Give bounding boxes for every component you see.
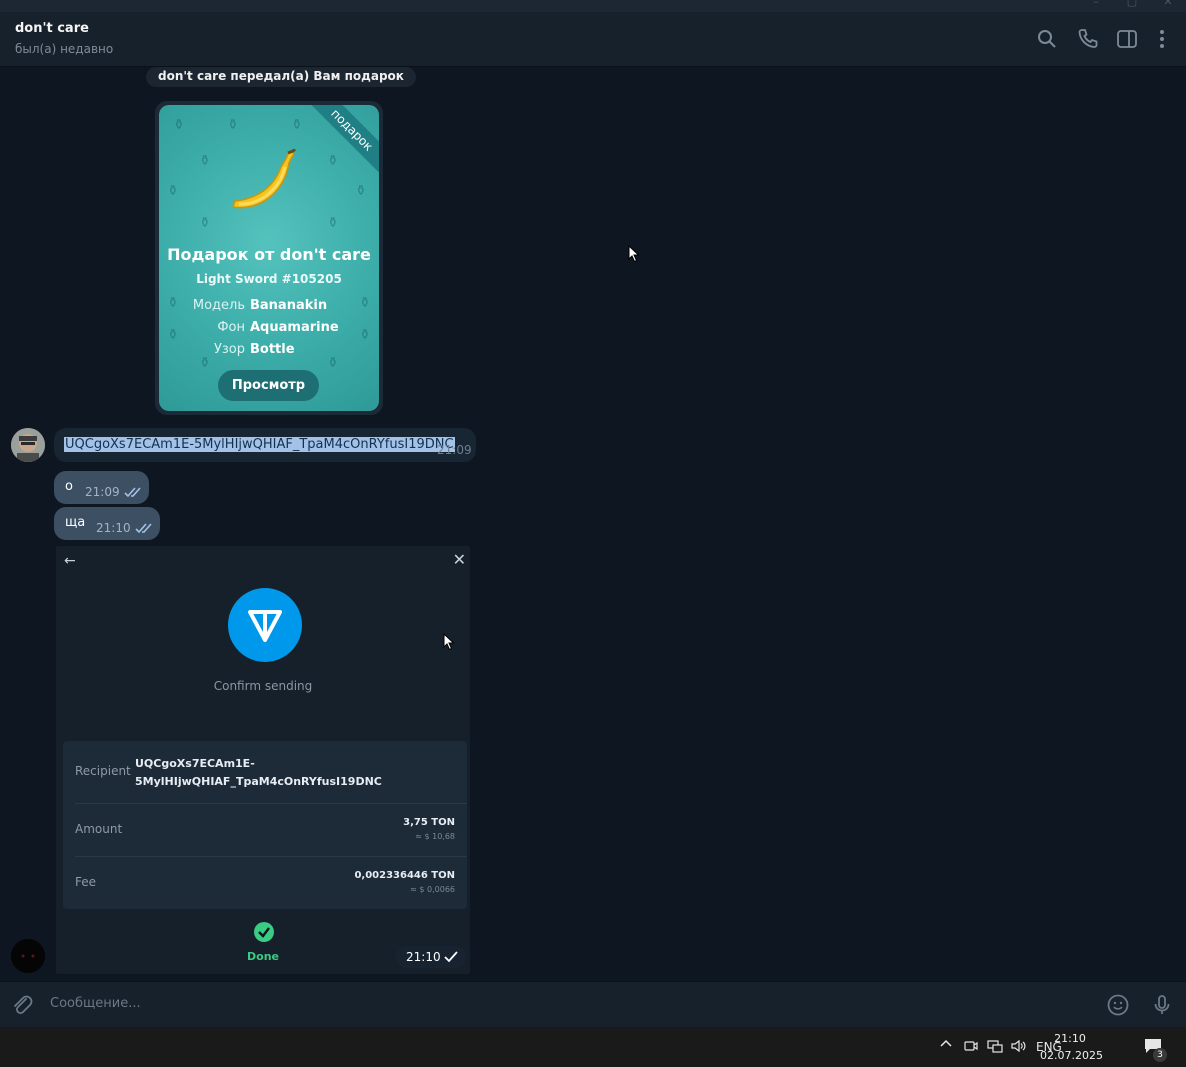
mouse-cursor-icon	[443, 633, 455, 651]
message-list[interactable]: don't care передал(а) Вам подарок ⚱ ⚱ ⚱ …	[0, 67, 1186, 981]
bottle-pattern-icon: ⚱	[173, 117, 185, 133]
message-time-badge: 21:10	[396, 946, 466, 968]
chat-status: был(а) недавно	[15, 42, 114, 56]
attribute-label: Фон	[217, 320, 245, 335]
meet-now-icon[interactable]	[964, 1039, 978, 1056]
read-checkmarks-icon	[124, 487, 141, 498]
amount-value: 3,75 TON	[403, 817, 455, 828]
divider	[75, 856, 467, 857]
service-message: don't care передал(а) Вам подарок	[146, 67, 416, 87]
message-time: 21:10	[96, 521, 131, 535]
phone-icon[interactable]	[1076, 27, 1100, 51]
recipient-line: UQCgoXs7ECAm1E-	[135, 757, 255, 770]
message-text[interactable]: о	[65, 479, 73, 494]
notification-count-badge: 3	[1153, 1048, 1167, 1062]
chat-header[interactable]: don't care был(а) недавно	[0, 12, 1186, 67]
message-time: 21:10	[406, 950, 441, 964]
gift-subtitle: Light Sword #105205	[196, 272, 342, 286]
system-clock[interactable]: 21:10 02.07.2025	[1040, 1030, 1103, 1064]
window-title-bar: – ▢ ✕	[0, 0, 1186, 12]
bottle-pattern-icon: ⚱	[355, 183, 367, 199]
bottle-pattern-icon: ⚱	[327, 153, 339, 169]
checkmark-circle-icon	[254, 922, 274, 942]
transaction-details: Recipient UQCgoXs7ECAm1E- 5MylHIjwQHIAF_…	[63, 741, 467, 909]
taskbar: ENG 21:10 02.07.2025 3	[0, 1027, 1186, 1067]
message-text-wrapper: UQCgoXs7ECAm1E-5MylHIjwQHIAF_TpaM4cOnRYf…	[64, 437, 455, 452]
fee-value: 0,002336446 TON	[354, 870, 455, 881]
emoji-icon[interactable]	[1106, 993, 1130, 1017]
avatar[interactable]	[11, 428, 45, 462]
gift-card[interactable]: ⚱ ⚱ ⚱ ⚱ ⚱ ⚱ ⚱ ⚱ ⚱ ⚱ ⚱ ⚱ ⚱ ⚱ ⚱ подарок По…	[155, 101, 383, 415]
bottle-pattern-icon: ⚱	[327, 355, 339, 371]
fee-label: Fee	[75, 875, 97, 889]
telegram-window: – ▢ ✕ don't care был(а) недавно don't ca…	[0, 0, 1186, 1027]
close-icon: ✕	[452, 550, 466, 569]
bottle-pattern-icon: ⚱	[227, 117, 239, 133]
message-text[interactable]: ща	[65, 515, 85, 530]
confirm-sending-label: Confirm sending	[213, 679, 313, 693]
bottle-pattern-icon: ⚱	[199, 215, 211, 231]
bottle-pattern-icon: ⚱	[199, 355, 211, 371]
minimize-icon[interactable]: –	[1090, 0, 1102, 8]
network-icon[interactable]	[987, 1039, 1003, 1056]
bottle-pattern-icon: ⚱	[359, 327, 371, 343]
message-time: 21:09	[437, 443, 472, 457]
view-gift-button[interactable]: Просмотр	[218, 370, 319, 401]
close-window-icon[interactable]: ✕	[1162, 0, 1174, 8]
microphone-icon[interactable]	[1150, 993, 1174, 1017]
outgoing-message[interactable]: ща 21:10	[54, 507, 160, 540]
wallet-screenshot-image[interactable]: ← ✕ Confirm sending Recipient UQCgoXs7EC…	[56, 546, 470, 974]
bottle-pattern-icon: ⚱	[167, 183, 179, 199]
back-arrow-icon: ←	[64, 553, 76, 569]
gift-title: Подарок от don't care	[167, 245, 371, 264]
read-checkmarks-icon	[135, 523, 152, 534]
ton-logo-icon	[228, 588, 302, 662]
attribute-label: Узор	[213, 342, 245, 357]
maximize-icon[interactable]: ▢	[1126, 0, 1138, 8]
amount-label: Amount	[75, 822, 123, 836]
clock-date: 02.07.2025	[1040, 1049, 1103, 1062]
mouse-cursor-icon	[628, 245, 640, 263]
bottle-pattern-icon: ⚱	[167, 295, 179, 311]
bottle-pattern-icon: ⚱	[199, 153, 211, 169]
bottle-pattern-icon: ⚱	[359, 295, 371, 311]
divider	[75, 803, 467, 804]
more-icon[interactable]	[1150, 27, 1174, 51]
sidebar-toggle-icon[interactable]	[1115, 27, 1139, 51]
message-time: 21:09	[85, 485, 120, 499]
chevron-up-icon[interactable]	[939, 1037, 953, 1054]
amount-fiat: ≈ $ 10,68	[415, 832, 455, 841]
volume-icon[interactable]	[1010, 1039, 1028, 1056]
bottle-pattern-icon: ⚱	[167, 327, 179, 343]
message-text[interactable]: UQCgoXs7ECAm1E-5MylHIjwQHIAF_TpaM4cOnRYf…	[64, 437, 455, 452]
gift-card-body: ⚱ ⚱ ⚱ ⚱ ⚱ ⚱ ⚱ ⚱ ⚱ ⚱ ⚱ ⚱ ⚱ ⚱ ⚱ подарок По…	[159, 105, 379, 411]
outgoing-message[interactable]: о 21:09	[54, 471, 149, 504]
fee-fiat: ≈ $ 0,0066	[410, 885, 455, 894]
message-composer[interactable]: Сообщение...	[0, 981, 1186, 1027]
attribute-label: Модель	[192, 298, 245, 313]
clock-time: 21:10	[1054, 1032, 1086, 1045]
chat-title[interactable]: don't care	[15, 21, 89, 36]
recipient-label: Recipient	[75, 764, 131, 778]
attribute-value: Aquamarine	[250, 320, 339, 335]
search-icon[interactable]	[1035, 27, 1059, 51]
attribute-value: Bottle	[250, 342, 295, 357]
bottle-pattern-icon: ⚱	[291, 117, 303, 133]
attribute-value: Bananakin	[250, 298, 328, 313]
incoming-message[interactable]: UQCgoXs7ECAm1E-5MylHIjwQHIAF_TpaM4cOnRYf…	[54, 428, 476, 462]
attach-icon[interactable]	[10, 993, 34, 1017]
gift-ribbon: подарок	[305, 105, 379, 177]
sent-check-icon	[444, 951, 458, 963]
banana-icon	[232, 149, 297, 209]
bottle-pattern-icon: ⚱	[327, 215, 339, 231]
message-input[interactable]: Сообщение...	[50, 996, 141, 1011]
avatar[interactable]	[11, 939, 45, 973]
recipient-line: 5MylHIjwQHIAF_TpaM4cOnRYfusI19DNC	[135, 775, 382, 788]
recipient-address: UQCgoXs7ECAm1E- 5MylHIjwQHIAF_TpaM4cOnRY…	[135, 755, 382, 791]
